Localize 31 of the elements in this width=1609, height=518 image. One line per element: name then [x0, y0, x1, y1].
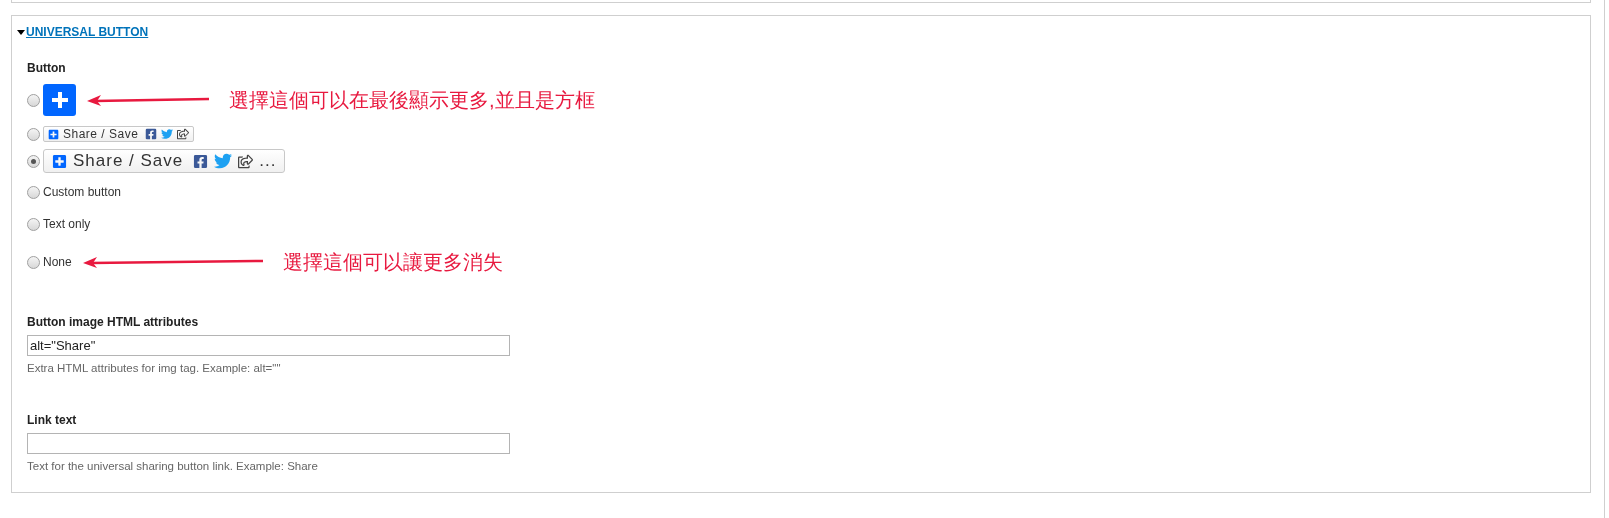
help-text: Extra HTML attributes for img tag. Example: alt="" [27, 361, 282, 376]
bird-icon [161, 128, 174, 140]
annotation-note: 選擇這個可以讓更多消失 [282, 250, 503, 275]
bird-icon [214, 152, 233, 170]
radio-button[interactable] [27, 185, 40, 199]
facebook-icon [145, 128, 158, 140]
annotation-note: 選擇這個可以在最後顯示更多,並且是方框 [229, 88, 595, 113]
radio-button[interactable] [27, 93, 40, 107]
field-label: Link text [27, 412, 78, 430]
help-text: Text for the universal sharing button link. Example: Share [27, 459, 319, 475]
radio-button[interactable] [27, 154, 40, 168]
plus-icon [48, 128, 59, 140]
facebook-icon [193, 153, 209, 169]
option-label: None [43, 254, 72, 271]
share-save-button-image: Share / Save ... [43, 149, 286, 173]
radio-button[interactable] [27, 217, 40, 231]
radio-button[interactable] [27, 127, 40, 141]
share-save-button-image: Share / Save [43, 126, 195, 142]
plus-button-icon [43, 84, 76, 116]
field-label: Button [27, 60, 67, 77]
input-field[interactable] [27, 433, 510, 455]
plus-icon [52, 153, 67, 169]
share-icon [238, 153, 254, 169]
option-label: Text only [43, 216, 91, 233]
radio-button[interactable] [27, 255, 40, 269]
field-label: Button image HTML attributes [27, 314, 200, 331]
input-field[interactable]: alt="Share" [27, 335, 510, 356]
option-label: Custom button [43, 184, 122, 201]
caret-icon[interactable] [17, 29, 25, 35]
section-title-link[interactable]: UNIVERSAL BUTTON [26, 23, 149, 41]
share-icon [177, 128, 190, 140]
